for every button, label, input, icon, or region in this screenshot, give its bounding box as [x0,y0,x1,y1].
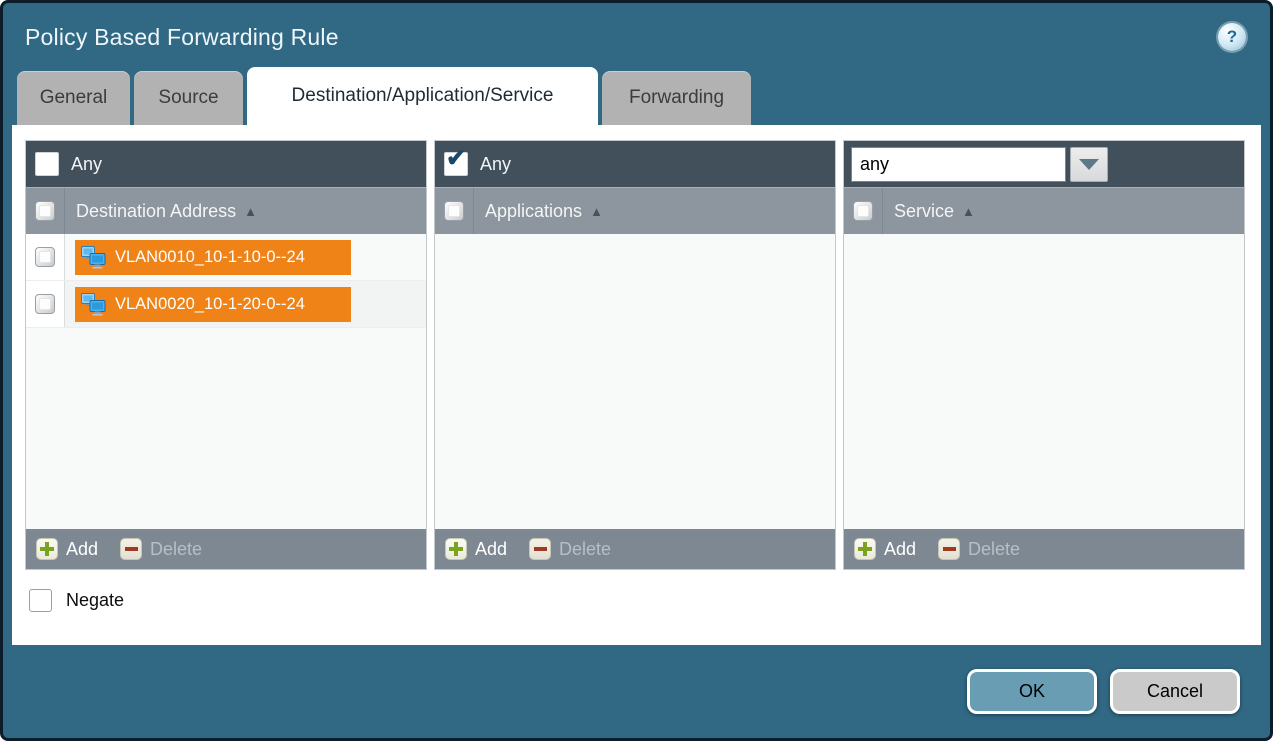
delete-label: Delete [968,539,1020,560]
tab-forwarding[interactable]: Forwarding [602,71,751,125]
address-name: VLAN0010_10-1-10-0--24 [115,248,305,267]
add-label: Add [475,539,507,560]
address-object-icon [80,292,107,316]
destination-address-panel: Any Destination Address ▲ [25,140,427,570]
add-button[interactable]: Add [854,538,916,560]
dialog-titlebar: Policy Based Forwarding Rule ? [3,3,1270,65]
dialog-footer: OK Cancel [3,645,1270,738]
tab-source[interactable]: Source [134,71,243,125]
sort-asc-icon: ▲ [962,204,975,219]
tab-destination-application-service[interactable]: Destination/Application/Service [247,67,598,125]
dialog-title: Policy Based Forwarding Rule [25,24,1218,51]
cancel-button[interactable]: Cancel [1110,669,1240,714]
row-checkbox[interactable] [35,247,55,267]
add-label: Add [884,539,916,560]
service-toolbar: Add Delete [844,529,1244,569]
service-type-value[interactable]: any [851,147,1066,182]
service-column-header[interactable]: Service ▲ [844,187,1244,234]
add-button[interactable]: Add [36,538,98,560]
table-row[interactable]: VLAN0010_10-1-10-0--24 [26,234,426,281]
service-panel: any Service ▲ Add [843,140,1245,570]
destination-list: VLAN0010_10-1-10-0--24 [26,234,426,529]
destination-any-bar: Any [26,141,426,187]
tab-bar: General Source Destination/Application/S… [3,65,1270,125]
destination-column-label: Destination Address [76,201,236,222]
destination-address-item[interactable]: VLAN0020_10-1-20-0--24 [75,287,351,322]
row-checkbox[interactable] [35,294,55,314]
negate-label: Negate [66,590,124,611]
applications-any-bar: ✔ Any [435,141,835,187]
minus-icon [120,538,142,560]
destination-address-item[interactable]: VLAN0010_10-1-10-0--24 [75,240,351,275]
applications-list [435,234,835,529]
delete-button[interactable]: Delete [529,538,611,560]
service-column-label: Service [894,201,954,222]
tab-content: Any Destination Address ▲ [12,125,1261,645]
sort-asc-icon: ▲ [590,204,603,219]
service-select-all-checkbox[interactable] [853,201,873,221]
add-button[interactable]: Add [445,538,507,560]
service-dropdown-bar: any [844,141,1244,187]
applications-column-header[interactable]: Applications ▲ [435,187,835,234]
dropdown-button[interactable] [1070,147,1108,182]
negate-row: Negate [29,589,1245,612]
destination-column-header[interactable]: Destination Address ▲ [26,187,426,234]
service-type-dropdown[interactable]: any [851,147,1108,182]
applications-select-all-checkbox[interactable] [444,201,464,221]
add-label: Add [66,539,98,560]
help-icon[interactable]: ? [1218,23,1246,51]
delete-button[interactable]: Delete [938,538,1020,560]
service-list [844,234,1244,529]
chevron-down-icon [1079,159,1099,170]
delete-label: Delete [559,539,611,560]
applications-column-label: Applications [485,201,582,222]
destination-any-label: Any [71,154,102,175]
destination-toolbar: Add Delete [26,529,426,569]
destination-any-checkbox[interactable] [35,152,59,176]
check-icon: ✔ [446,147,466,171]
delete-button[interactable]: Delete [120,538,202,560]
applications-any-checkbox[interactable]: ✔ [444,152,468,176]
plus-icon [854,538,876,560]
minus-icon [529,538,551,560]
sort-asc-icon: ▲ [244,204,257,219]
applications-any-label: Any [480,154,511,175]
ok-button[interactable]: OK [967,669,1097,714]
minus-icon [938,538,960,560]
delete-label: Delete [150,539,202,560]
address-name: VLAN0020_10-1-20-0--24 [115,295,305,314]
policy-based-forwarding-dialog: Policy Based Forwarding Rule ? General S… [0,0,1273,741]
destination-select-all-checkbox[interactable] [35,201,55,221]
address-object-icon [80,245,107,269]
applications-panel: ✔ Any Applications ▲ Add [434,140,836,570]
plus-icon [36,538,58,560]
negate-checkbox[interactable] [29,589,52,612]
tab-general[interactable]: General [17,71,130,125]
table-row[interactable]: VLAN0020_10-1-20-0--24 [26,281,426,328]
applications-toolbar: Add Delete [435,529,835,569]
plus-icon [445,538,467,560]
